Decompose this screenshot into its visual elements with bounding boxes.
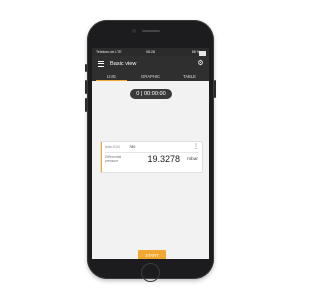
- power-button: [214, 80, 216, 98]
- tab-graphic[interactable]: GRAPHIC: [131, 74, 170, 79]
- hamburger-menu-icon[interactable]: [98, 61, 104, 67]
- battery-icon: [199, 50, 206, 56]
- probe-id: 780: [129, 145, 136, 149]
- home-button: [141, 263, 160, 282]
- volume-down-button: [85, 98, 87, 112]
- measurement-unit: mbar: [187, 157, 198, 162]
- tab-table[interactable]: TABLE: [170, 74, 209, 79]
- phone-frame: Telekom.de LTE 08:28 88 % Basic view ⚙ L…: [85, 20, 216, 282]
- volume-up-button: [85, 80, 87, 94]
- card-divider: [105, 152, 199, 153]
- card-accent-bar: [101, 142, 103, 172]
- earpiece-speaker: [141, 30, 160, 32]
- measurement-label-line2: pressure: [105, 159, 119, 163]
- measurement-card[interactable]: testo 510i 780 ⋮ Differential pressure 1…: [100, 141, 203, 173]
- app-screen: Telekom.de LTE 08:28 88 % Basic view ⚙ L…: [92, 48, 209, 259]
- tab-live[interactable]: LIVE: [92, 74, 131, 79]
- measurement-value: 19.3278: [147, 154, 180, 164]
- gear-icon[interactable]: ⚙: [197, 60, 204, 67]
- timer-display: 0 | 00:00:00: [130, 89, 172, 99]
- active-tab-indicator: [96, 79, 127, 81]
- start-button[interactable]: START: [138, 250, 166, 259]
- probe-label: testo 510i: [105, 145, 120, 149]
- app-bar: Basic view ⚙: [92, 56, 209, 72]
- status-bar: Telekom.de LTE 08:28 88 %: [92, 48, 209, 56]
- front-camera: [132, 29, 136, 33]
- tab-bar: LIVE GRAPHIC TABLE: [92, 72, 209, 81]
- mute-switch: [85, 64, 87, 72]
- kebab-menu-icon[interactable]: ⋮: [193, 144, 199, 150]
- page-title: Basic view: [110, 61, 137, 67]
